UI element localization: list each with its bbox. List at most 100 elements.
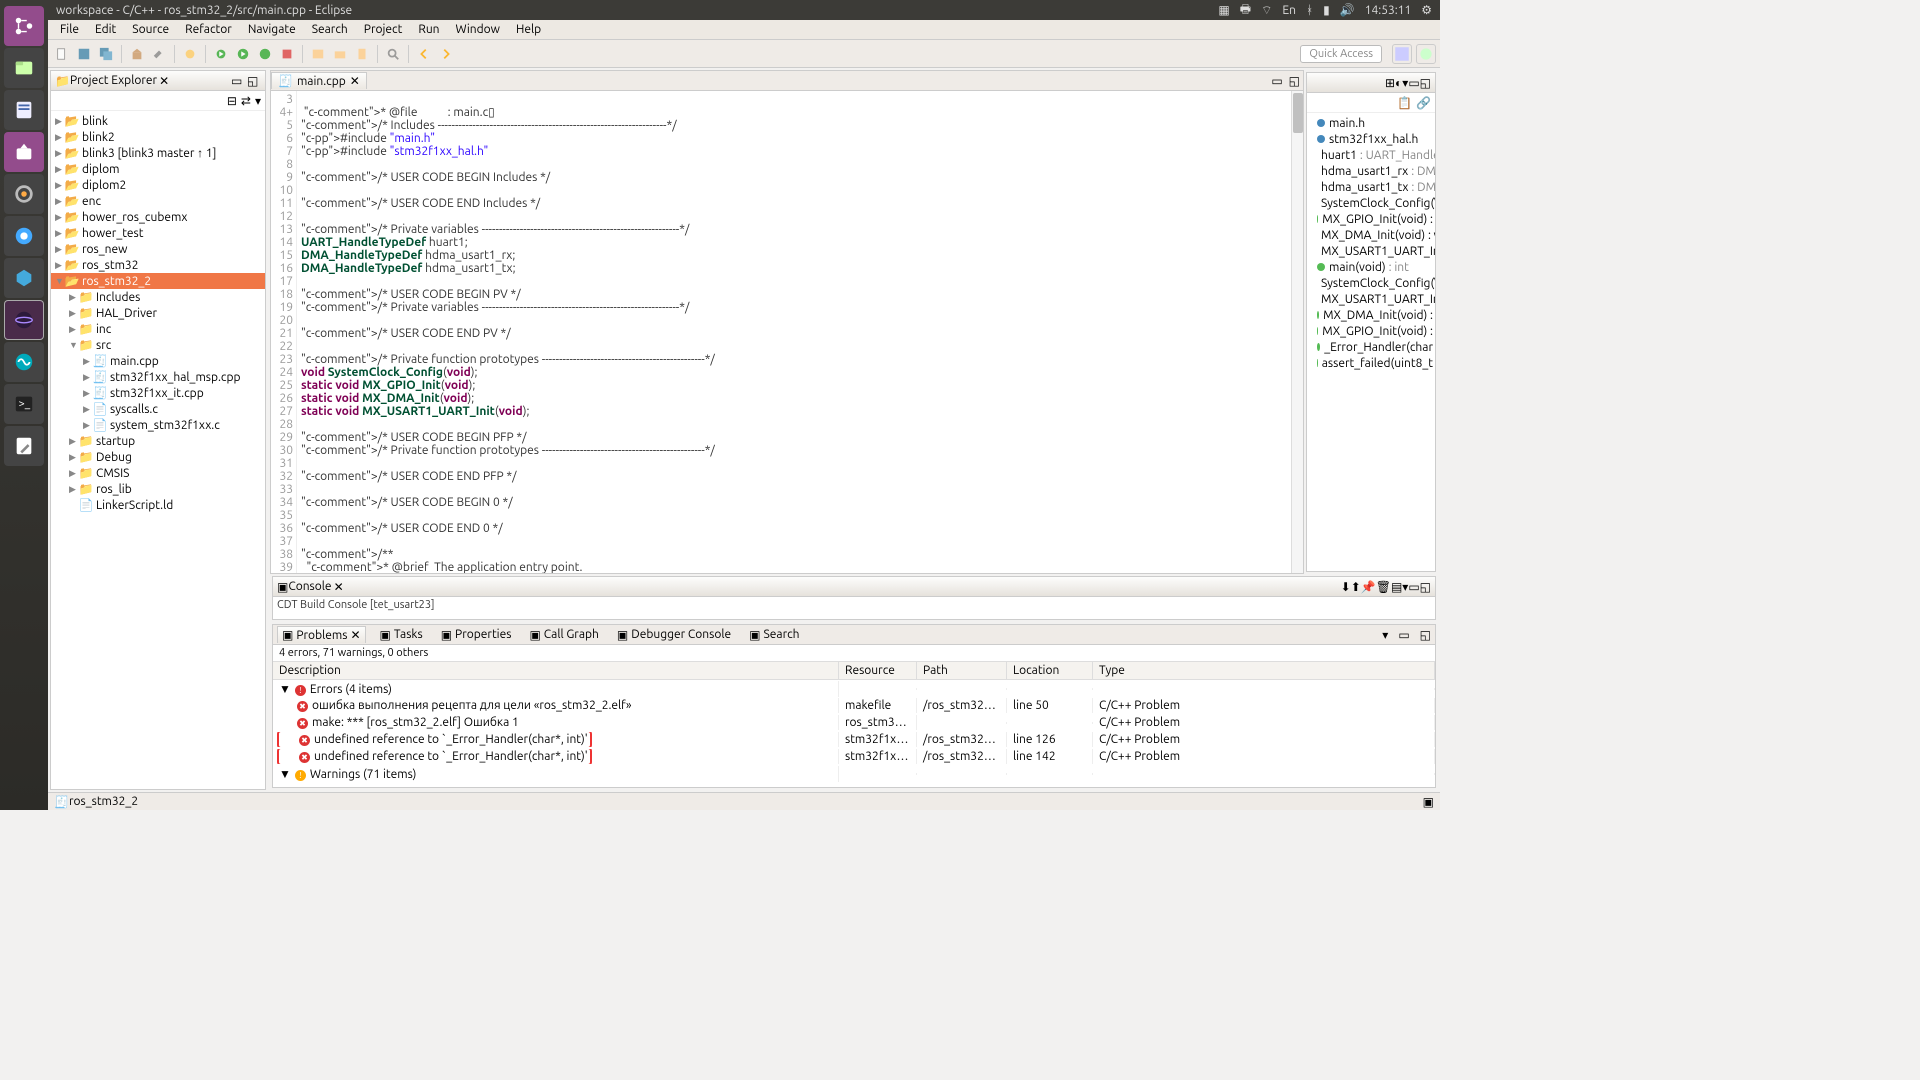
outline-item[interactable]: hdma_usart1_rx: DM	[1309, 163, 1433, 179]
outline-item[interactable]: assert_failed(uint8_t	[1309, 355, 1433, 371]
outline-item[interactable]: MX_USART1_UART_Ini	[1309, 243, 1433, 259]
close-icon[interactable]: ✕	[159, 74, 169, 88]
new-folder-button[interactable]	[330, 44, 350, 64]
sound-icon[interactable]: 🔊	[1340, 3, 1355, 17]
launcher-terminal-icon[interactable]: >_	[4, 384, 44, 424]
save-all-button[interactable]	[96, 44, 116, 64]
outline-item[interactable]: SystemClock_Config(\	[1309, 195, 1433, 211]
menu-navigate[interactable]: Navigate	[242, 21, 302, 38]
profile-button[interactable]	[255, 44, 275, 64]
menu-help[interactable]: Help	[510, 21, 547, 38]
tree-item[interactable]: ▶📁HAL_Driver	[51, 305, 265, 321]
menu-search[interactable]: Search	[306, 21, 354, 38]
scroll-lock-icon[interactable]: ⬇	[1341, 580, 1351, 594]
problems-row[interactable]: ✖make: *** [ros_stm32_2.elf] Ошибка 1ros…	[273, 714, 1435, 731]
outline-hide-icon[interactable]: 🔗	[1416, 96, 1431, 110]
launcher-eclipse-icon[interactable]	[4, 300, 44, 340]
wifi-icon[interactable]: ⌔	[1261, 3, 1272, 18]
problems-tab-call-graph[interactable]: ▣Call Graph	[525, 627, 602, 643]
tree-item[interactable]: ▶🧾main.cpp	[51, 353, 265, 369]
close-icon[interactable]: ✕	[350, 628, 360, 642]
grid-icon[interactable]: ▦	[1218, 3, 1229, 17]
collapse-all-icon[interactable]: ⊟	[227, 94, 237, 108]
problems-column-header[interactable]: Resource	[839, 662, 917, 679]
tree-item[interactable]: ▶📁Debug	[51, 449, 265, 465]
clock[interactable]: 14:53:11	[1365, 4, 1412, 17]
minimize-icon[interactable]: ▭	[1408, 76, 1419, 90]
tree-item[interactable]: ▶📂hower_test	[51, 225, 265, 241]
tree-item[interactable]: ▶📁inc	[51, 321, 265, 337]
status-build-icon[interactable]: ▣	[1423, 795, 1434, 809]
problems-tab-debugger-console[interactable]: ▣Debugger Console	[613, 627, 735, 643]
printer-icon[interactable]: 🖶	[1240, 0, 1251, 21]
tree-item[interactable]: ▶🧾stm32f1xx_it.cpp	[51, 385, 265, 401]
view-menu-icon[interactable]: ▾	[1382, 628, 1388, 642]
launcher-arduino-icon[interactable]	[4, 342, 44, 382]
problems-column-header[interactable]: Description	[273, 662, 839, 679]
outline-item[interactable]: _Error_Handler(char	[1309, 339, 1433, 355]
tree-item[interactable]: ▶📂ros_new	[51, 241, 265, 257]
minimize-icon[interactable]: ▭	[231, 74, 245, 88]
tree-item[interactable]: ▶📁startup	[51, 433, 265, 449]
menu-source[interactable]: Source	[126, 21, 175, 38]
project-tree[interactable]: ▶📂blink▶📂blink2▶📂blink3 [blink3 master ↑…	[51, 111, 265, 789]
tree-item[interactable]: ▶📂hower_ros_cubemx	[51, 209, 265, 225]
outline-toggle-icon[interactable]: 📋	[1397, 96, 1412, 110]
outline-item[interactable]: stm32f1xx_hal.h	[1309, 131, 1433, 147]
minimize-icon[interactable]: ▭	[1408, 580, 1419, 594]
outline-item[interactable]: MX_DMA_Init(void) :	[1309, 307, 1433, 323]
maximize-icon[interactable]: ◱	[1286, 74, 1303, 88]
code-content[interactable]: "c-comment">* @file : main.c▯"c-comment"…	[297, 91, 1303, 573]
outline-item[interactable]: main.h	[1309, 115, 1433, 131]
new-button[interactable]	[52, 44, 72, 64]
outline-item[interactable]: MX_DMA_Init(void) : v	[1309, 227, 1433, 243]
back-button[interactable]	[414, 44, 434, 64]
tree-item[interactable]: ▶📂blink	[51, 113, 265, 129]
save-button[interactable]	[74, 44, 94, 64]
problems-table[interactable]: DescriptionResourcePathLocationType ▼!Er…	[273, 662, 1435, 787]
problems-tab-properties[interactable]: ▣Properties	[437, 627, 516, 643]
maximize-icon[interactable]: ◱	[1420, 580, 1431, 594]
maximize-icon[interactable]: ◱	[1420, 628, 1431, 642]
display-icon[interactable]: ▤	[1391, 580, 1402, 594]
menu-edit[interactable]: Edit	[89, 21, 122, 38]
tree-item[interactable]: ▶📂blink3 [blink3 master ↑ 1]	[51, 145, 265, 161]
tree-item[interactable]: ▶📂ros_stm32	[51, 257, 265, 273]
search-button[interactable]	[383, 44, 403, 64]
outline-item[interactable]: hdma_usart1_tx: DM	[1309, 179, 1433, 195]
problems-column-header[interactable]: Location	[1007, 662, 1093, 679]
tree-item[interactable]: ▼📁src	[51, 337, 265, 353]
view-menu-icon[interactable]: ▾	[255, 94, 261, 108]
editor-tab-main[interactable]: 🧾 main.cpp ✕	[271, 72, 367, 89]
problems-row[interactable]: ✖undefined reference to `_Error_Handler(…	[273, 748, 1435, 765]
run-button[interactable]	[233, 44, 253, 64]
outline-filter-icon[interactable]: ◐	[1395, 76, 1402, 90]
perspective-debug-button[interactable]	[1416, 44, 1436, 64]
launcher-dash-icon[interactable]	[4, 6, 44, 46]
perspective-cpp-button[interactable]	[1392, 44, 1412, 64]
gear-icon[interactable]: ⚙	[1421, 3, 1432, 17]
battery-icon[interactable]: ▮	[1323, 3, 1330, 17]
code-editor[interactable]: 34+5678910111213141516171819202122232425…	[270, 90, 1304, 574]
wizard-button[interactable]	[180, 44, 200, 64]
menu-window[interactable]: Window	[450, 21, 506, 38]
tree-item[interactable]: ▶📂enc	[51, 193, 265, 209]
problems-row[interactable]: ✖ошибка выполнения рецепта для цели «ros…	[273, 697, 1435, 714]
build-button[interactable]	[127, 44, 147, 64]
vertical-scrollbar[interactable]	[1291, 91, 1303, 573]
forward-button[interactable]	[436, 44, 456, 64]
hammer-button[interactable]	[149, 44, 169, 64]
outline-item[interactable]: huart1: UART_Handle	[1309, 147, 1433, 163]
outline-list[interactable]: main.hstm32f1xx_hal.hhuart1: UART_Handle…	[1307, 113, 1435, 571]
menu-file[interactable]: File	[54, 21, 85, 38]
menu-refactor[interactable]: Refactor	[179, 21, 238, 38]
tree-item[interactable]: ▶📄syscalls.c	[51, 401, 265, 417]
launcher-chromium-icon[interactable]	[4, 216, 44, 256]
tree-item[interactable]: ▶📂diplom	[51, 161, 265, 177]
scroll-up-icon[interactable]: ⬆	[1351, 580, 1361, 594]
launcher-settings-icon[interactable]	[4, 174, 44, 214]
menu-project[interactable]: Project	[358, 21, 409, 38]
outline-item[interactable]: main(void): int	[1309, 259, 1433, 275]
maximize-icon[interactable]: ◱	[1420, 76, 1431, 90]
new-file-button[interactable]	[352, 44, 372, 64]
